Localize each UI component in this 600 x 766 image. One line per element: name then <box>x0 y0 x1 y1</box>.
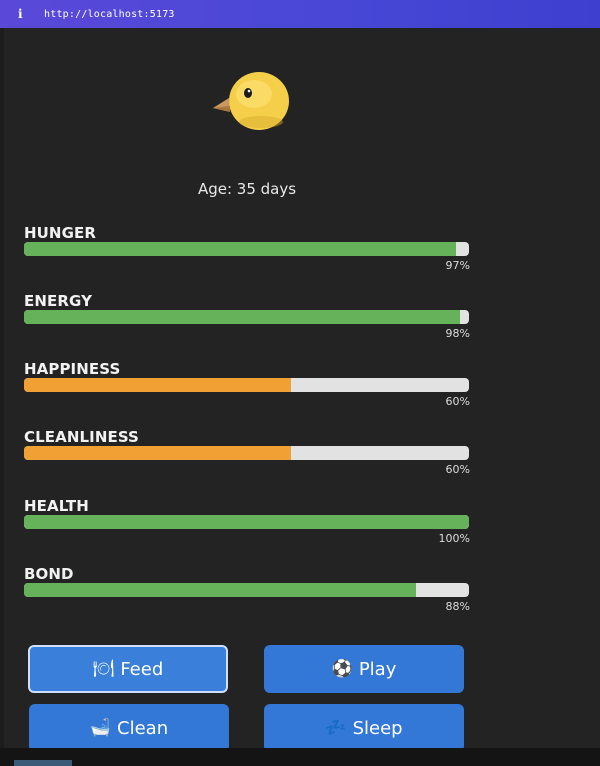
button-label: Play <box>358 658 397 680</box>
browser-url-bar[interactable]: i http://localhost:5173 <box>0 0 600 28</box>
stat-bar-fill <box>24 242 456 256</box>
bathtub-icon: 🛁 <box>89 718 112 738</box>
stat-health: HEALTH 100% <box>24 497 470 549</box>
stat-label: HAPPINESS <box>24 360 121 378</box>
stat-bar-track <box>24 515 469 529</box>
info-icon[interactable]: i <box>18 7 30 21</box>
stat-percent: 98% <box>445 327 470 340</box>
zzz-icon: 💤 <box>325 718 347 738</box>
pet-age: Age: 35 days <box>197 180 297 198</box>
stat-bar-track <box>24 310 469 324</box>
stat-energy: ENERGY 98% <box>24 292 470 344</box>
stat-bar-track <box>24 583 469 597</box>
stat-label: BOND <box>24 565 74 583</box>
stat-happiness: HAPPINESS 60% <box>24 360 470 412</box>
stat-bar-track <box>24 378 469 392</box>
feed-button[interactable]: 🍽 Feed <box>28 645 228 693</box>
stat-hunger: HUNGER 97% <box>24 224 470 276</box>
soccer-ball-icon: ⚽ <box>331 659 353 679</box>
stat-label: CLEANLINESS <box>24 428 139 446</box>
taskbar-item[interactable] <box>14 760 72 766</box>
stat-bar-fill <box>24 310 461 324</box>
taskbar <box>0 748 600 766</box>
stat-bar-track <box>24 242 469 256</box>
stat-percent: 60% <box>445 463 470 476</box>
stat-percent: 88% <box>445 600 470 613</box>
stat-bar-fill <box>24 583 416 597</box>
stat-percent: 100% <box>438 532 470 545</box>
url-text[interactable]: http://localhost:5173 <box>44 9 175 20</box>
stat-bond: BOND 88% <box>24 565 470 617</box>
stat-cleanliness: CLEANLINESS 60% <box>24 428 470 480</box>
stat-label: HEALTH <box>24 497 89 515</box>
button-label: Feed <box>120 658 164 680</box>
chick-icon <box>213 72 289 130</box>
stat-percent: 60% <box>445 395 470 408</box>
plate-icon: 🍽 <box>92 659 115 679</box>
stat-bar-fill <box>24 515 469 529</box>
button-label: Clean <box>117 717 169 739</box>
stat-label: HUNGER <box>24 224 96 242</box>
stat-bar-fill <box>24 446 291 460</box>
pet-app: Age: 35 days HUNGER 97% ENERGY 98% HAPPI… <box>4 28 600 748</box>
clean-button[interactable]: 🛁 Clean <box>29 704 229 748</box>
stat-bar-fill <box>24 378 291 392</box>
sleep-button[interactable]: 💤 Sleep <box>264 704 464 748</box>
stat-bar-track <box>24 446 469 460</box>
button-label: Sleep <box>352 717 403 739</box>
play-button[interactable]: ⚽ Play <box>264 645 464 693</box>
stat-label: ENERGY <box>24 292 93 310</box>
stat-percent: 97% <box>445 259 470 272</box>
